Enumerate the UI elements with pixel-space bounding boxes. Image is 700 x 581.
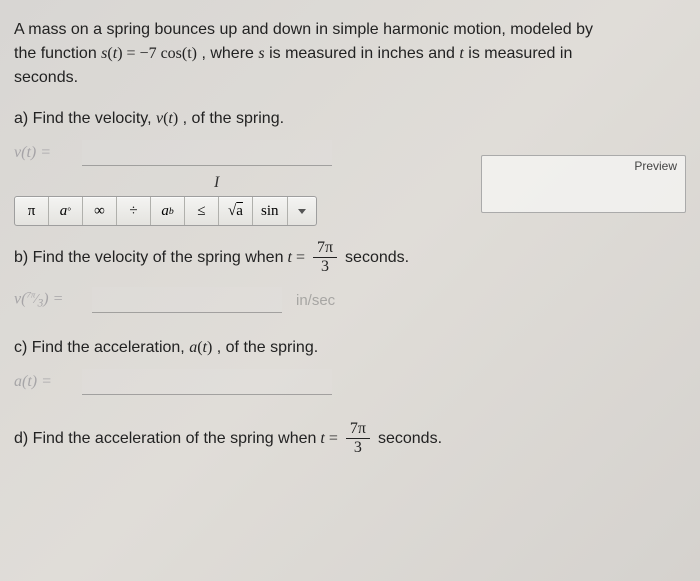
tool-divide-button[interactable]: ÷	[117, 197, 151, 225]
intro-var-s: s	[258, 45, 264, 62]
part-b-answer-row: v(7π⁄3) = in/sec	[14, 287, 686, 313]
part-b-unit: in/sec	[288, 292, 335, 309]
part-b: b) Find the velocity of the spring when …	[14, 240, 686, 275]
intro-line2b: , where	[201, 45, 258, 62]
intro-line2a: the function	[14, 45, 101, 62]
part-c-answer-row: a(t) =	[14, 369, 686, 395]
part-d-frac-num: 7π	[346, 421, 370, 439]
preview-panel: Preview	[481, 155, 686, 213]
tool-power-button[interactable]: ab	[151, 197, 185, 225]
part-b-frac-num: 7π	[313, 240, 337, 258]
intro-line3: seconds.	[14, 69, 78, 86]
part-a: a) Find the velocity, v(t) , of the spri…	[14, 110, 686, 128]
part-c-prompt-a: c) Find the acceleration,	[14, 339, 189, 356]
part-d-fraction: 7π 3	[346, 421, 370, 456]
preview-label: Preview	[634, 159, 677, 173]
intro-line2c: is measured in	[468, 45, 572, 62]
tool-leq-button[interactable]: ≤	[185, 197, 219, 225]
part-a-prompt-b: , of the spring.	[183, 110, 284, 127]
part-a-func: v(t)	[156, 110, 178, 127]
part-d-prompt-b: seconds.	[378, 430, 442, 448]
tool-pi-button[interactable]: π	[15, 197, 49, 225]
part-d: d) Find the acceleration of the spring w…	[14, 421, 686, 456]
part-b-eq-lhs: t =	[287, 249, 304, 267]
part-d-eq-lhs: t =	[320, 430, 337, 448]
tool-dropdown-button[interactable]	[288, 209, 316, 214]
part-c-ghost: a(t) =	[14, 373, 76, 391]
part-b-prompt-b: seconds.	[345, 249, 409, 267]
intro-func-lhs: s(t) =	[101, 45, 139, 62]
math-toolbar: π a° ∞ ÷ ab ≤ √a sin	[14, 196, 317, 226]
part-d-prompt-a: d) Find the acceleration of the spring w…	[14, 430, 316, 448]
intro-line1: A mass on a spring bounces up and down i…	[14, 21, 593, 38]
part-b-fraction: 7π 3	[313, 240, 337, 275]
intro-measured: is measured in inches and	[269, 45, 459, 62]
part-b-input[interactable]	[92, 287, 282, 313]
intro-func-rhs: −7 cos(t)	[140, 45, 197, 62]
part-c-input[interactable]	[82, 369, 332, 395]
part-c: c) Find the acceleration, a(t) , of the …	[14, 339, 686, 357]
intro-var-t: t	[459, 45, 463, 62]
part-a-prompt-a: a) Find the velocity,	[14, 110, 156, 127]
part-b-frac-den: 3	[321, 258, 329, 275]
part-b-ghost: v(7π⁄3) =	[14, 290, 86, 310]
part-a-input[interactable]	[82, 140, 332, 166]
part-d-frac-den: 3	[354, 439, 362, 456]
tool-sin-button[interactable]: sin	[253, 197, 288, 225]
tool-sqrt-button[interactable]: √a	[219, 197, 253, 225]
part-b-prompt-a: b) Find the velocity of the spring when	[14, 249, 283, 267]
tool-degree-button[interactable]: a°	[49, 197, 83, 225]
part-c-func: a(t)	[189, 339, 212, 356]
tool-infinity-button[interactable]: ∞	[83, 197, 117, 225]
part-a-ghost: v(t) =	[14, 144, 76, 162]
part-c-prompt-b: , of the spring.	[217, 339, 318, 356]
problem-intro: A mass on a spring bounces up and down i…	[14, 18, 686, 90]
